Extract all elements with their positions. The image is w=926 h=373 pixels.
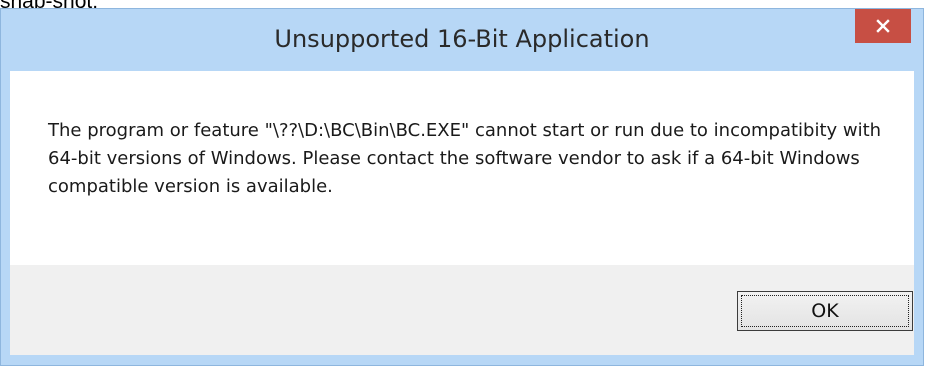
dialog-window: Unsupported 16-Bit Application The progr… [0,8,924,366]
ok-button-label: OK [811,300,839,322]
dialog-content: The program or feature "\??\D:\BC\Bin\BC… [10,71,914,265]
close-icon [875,18,891,34]
dialog-title: Unsupported 16-Bit Application [274,25,650,53]
title-bar[interactable]: Unsupported 16-Bit Application [1,9,923,71]
dialog-message: The program or feature "\??\D:\BC\Bin\BC… [48,120,882,197]
dialog-button-bar: OK [10,265,914,355]
close-button[interactable] [855,9,911,43]
ok-button[interactable]: OK [737,291,913,331]
